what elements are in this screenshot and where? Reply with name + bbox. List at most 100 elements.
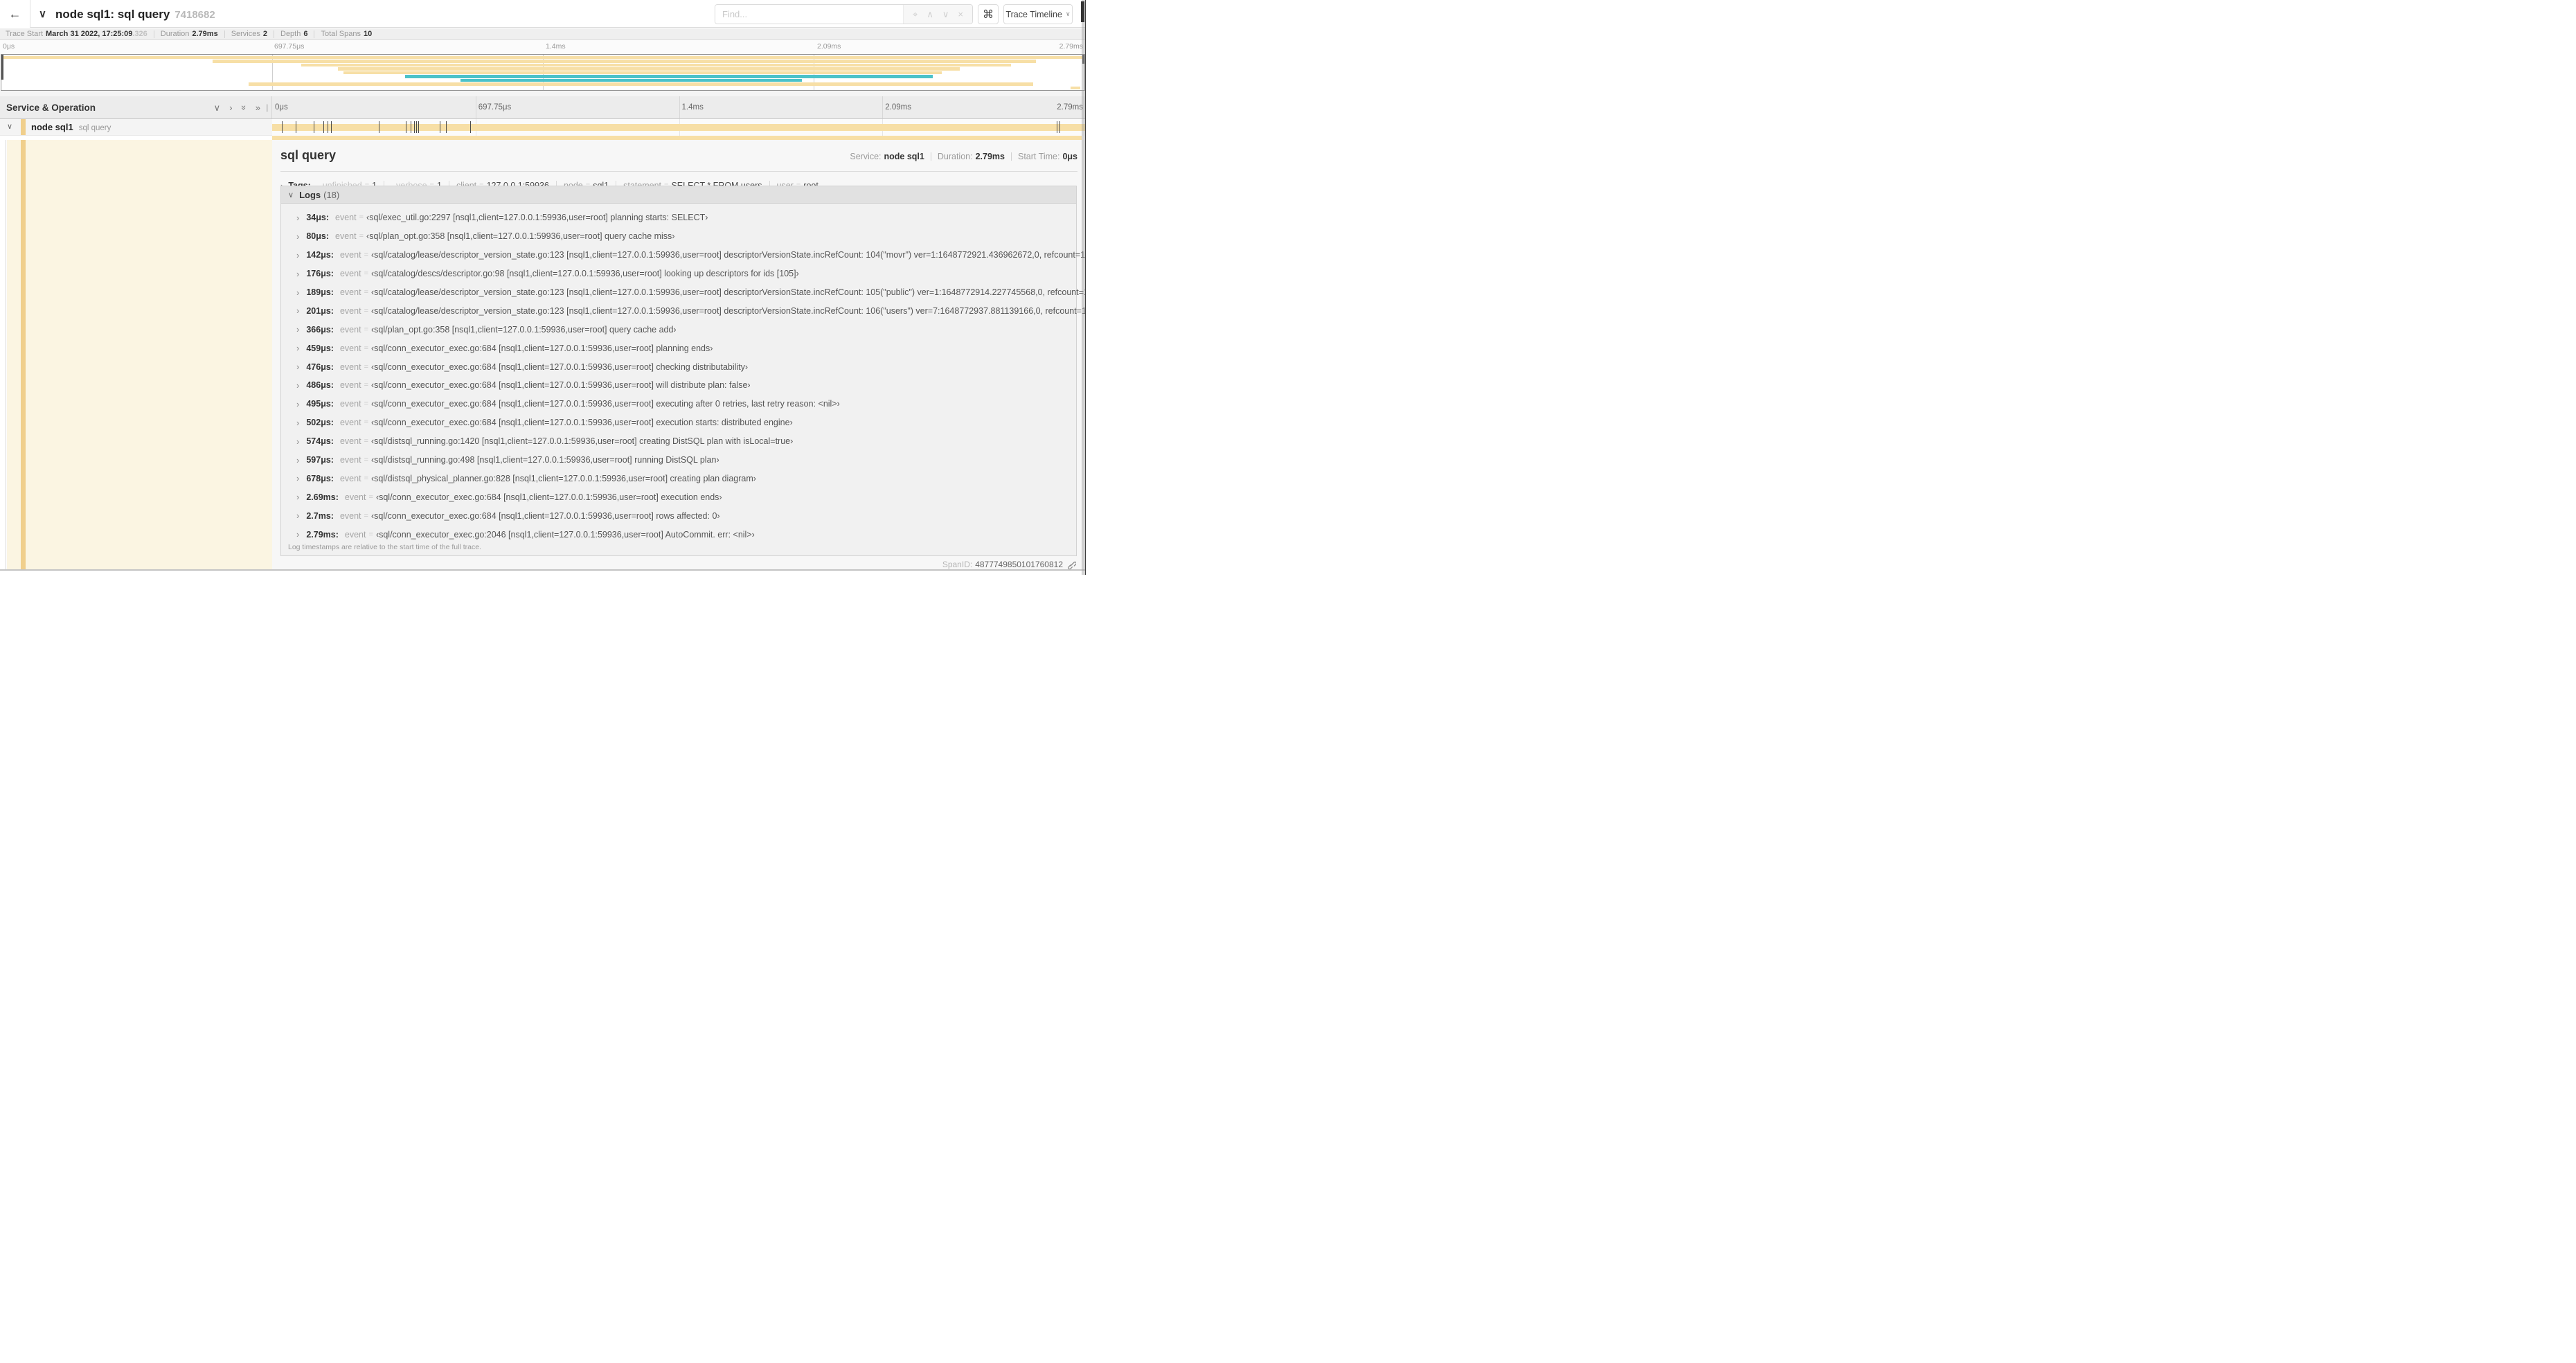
log-entry-row[interactable]: › 597μs: event = ‹sql/distsql_running.go:498… [281,451,1076,470]
log-entry-row[interactable]: › 459μs: event = ‹sql/conn_executor_exec.go:… [281,339,1076,357]
log-caret-icon[interactable]: › [296,343,299,353]
log-caret-icon[interactable]: › [296,492,299,502]
log-equals: = [364,344,368,353]
log-marker-tick [1059,121,1061,133]
log-marker-tick [413,121,415,133]
locate-icon[interactable]: ⌖ [913,9,918,20]
expand-one-icon[interactable]: › [229,103,232,112]
log-caret-icon[interactable]: › [296,436,299,447]
log-entry-row[interactable]: › 34μs: event = ‹sql/exec_util.go:2297 [nsql… [281,208,1076,227]
log-caret-icon[interactable]: › [296,399,299,409]
span-collapse-caret-icon[interactable]: ∨ [7,122,12,131]
log-caret-icon[interactable]: › [296,510,299,521]
logs-header[interactable]: ∨ Logs (18) [281,186,1076,204]
collapse-trace-caret-icon[interactable]: ∨ [39,0,46,28]
log-entry-row[interactable]: › 574μs: event = ‹sql/distsql_running.go:142… [281,432,1076,451]
log-entry-row[interactable]: › 476μs: event = ‹sql/conn_executor_exec.go:… [281,357,1076,376]
copy-link-icon[interactable] [1067,560,1076,569]
log-event-value: ‹sql/conn_executor_exec.go:684 [nsql1,cl… [371,399,840,409]
collapse-one-icon[interactable]: ∨ [214,103,221,112]
log-timestamp: 34μs: [306,213,330,223]
axis-tick-label: 1.4ms [546,42,566,51]
span-row-timeline[interactable] [272,119,1086,136]
log-entry-row[interactable]: › 495μs: event = ‹sql/conn_executor_exec.go:… [281,395,1076,413]
log-equals: = [364,400,368,409]
log-equals: = [364,269,368,278]
log-entry-row[interactable]: › 2.69ms: event = ‹sql/conn_executor_exec.go… [281,488,1076,506]
log-event-value: ‹sql/distsql_running.go:1420 [nsql1,clie… [371,436,794,447]
meta-label: Start Time: [1018,152,1060,161]
vertical-scrollbar[interactable] [1081,0,1086,575]
scrollbar-thumb[interactable] [1081,1,1084,22]
find-input[interactable] [715,5,903,24]
log-entry-row[interactable]: › 678μs: event = ‹sql/distsql_physical_plann… [281,469,1076,488]
log-marker-tick [446,121,447,133]
summary-label: Trace Start [6,30,43,38]
minimap-span-bar [405,75,933,78]
expand-all-icon[interactable]: » [256,103,260,112]
timeline-grid-header: Service & Operation ∨ › » » ∥ 0μs 697.75μ… [0,96,1086,119]
log-entry-row[interactable]: › 189μs: event = ‹sql/catalog/lease/descript… [281,283,1086,302]
log-caret-icon[interactable]: › [296,269,299,279]
log-equals: = [364,325,368,334]
next-result-icon[interactable]: ∨ [942,9,949,20]
logs-section: ∨ Logs (18) › 34μs: event = ‹sql/exec_util.g… [280,186,1086,556]
log-caret-icon[interactable]: › [296,305,299,316]
log-caret-icon[interactable]: › [296,529,299,540]
log-equals: = [364,306,368,315]
log-caret-icon[interactable]: › [296,380,299,391]
axis-tick-label: 1.4ms [681,103,704,112]
service-label: node sql1 [31,122,73,132]
log-caret-icon[interactable]: › [296,418,299,428]
summary-item: Depth 6 [280,30,307,38]
log-equals: = [364,362,368,371]
log-equals: = [364,381,368,390]
log-entry-row[interactable]: › 176μs: event = ‹sql/catalog/descs/descript… [281,265,1076,283]
log-entry-row[interactable]: › 80μs: event = ‹sql/plan_opt.go:358 [nsql1,… [281,227,1076,246]
column-resize-handle[interactable]: ∥ [265,103,270,112]
prev-result-icon[interactable]: ∧ [927,9,933,20]
log-entry-row[interactable]: › 502μs: event = ‹sql/conn_executor_exec.go:… [281,413,1076,432]
clear-search-icon[interactable]: × [958,9,963,19]
log-caret-icon[interactable]: › [296,455,299,465]
log-entry-row[interactable]: › 2.7ms: event = ‹sql/conn_executor_exec.go:… [281,506,1076,525]
log-field-name: event [339,269,361,279]
log-entry-row[interactable]: › 2.79ms: event = ‹sql/conn_executor_exec.go… [281,525,1076,544]
log-caret-icon[interactable]: › [296,250,299,260]
log-entry-row[interactable]: › 142μs: event = ‹sql/catalog/lease/descript… [281,246,1086,265]
log-entry-row[interactable]: › 201μs: event = ‹sql/catalog/lease/descript… [281,301,1086,320]
viewport-left-drag-handle[interactable] [1,55,3,80]
log-timestamp: 597μs: [306,455,334,465]
keyboard-shortcuts-button[interactable]: ⌘ [978,4,999,24]
log-caret-icon[interactable]: › [296,231,299,242]
timeline-gridline [679,96,680,118]
detail-indent-column[interactable] [7,140,272,569]
span-duration-bar[interactable] [272,124,1086,131]
log-caret-icon[interactable]: › [296,473,299,483]
trace-name: node sql1: sql query [55,8,170,21]
log-timestamp: 80μs: [306,231,330,242]
span-row-name-column[interactable]: ∨ node sql1 sql query [0,119,272,136]
log-caret-icon[interactable]: › [296,362,299,372]
trace-view-select[interactable]: Trace Timeline ∨ [1003,4,1073,24]
logs-list: › 34μs: event = ‹sql/exec_util.go:2297 [nsql… [281,204,1086,544]
log-caret-icon[interactable]: › [296,213,299,223]
span-row[interactable]: ∨ node sql1 sql query [0,119,1086,136]
trace-id: 7418682 [175,9,215,21]
back-button[interactable]: ← [0,0,30,28]
log-event-value: ‹sql/conn_executor_exec.go:684 [nsql1,cl… [371,418,793,428]
log-entry-row[interactable]: › 366μs: event = ‹sql/plan_opt.go:358 [nsql1… [281,320,1076,339]
collapse-all-icon[interactable]: » [239,105,249,109]
log-field-name: event [339,324,361,335]
log-event-value: ‹sql/plan_opt.go:358 [nsql1,client=127.0… [366,231,675,242]
minimap-canvas[interactable] [1,54,1085,91]
log-caret-icon[interactable]: › [296,287,299,298]
log-marker-tick [282,121,283,133]
log-caret-icon[interactable]: › [296,324,299,335]
trace-title: node sql1: sql query 7418682 [55,0,215,28]
log-entry-row[interactable]: › 486μs: event = ‹sql/conn_executor_exec.go:… [281,376,1076,395]
span-service-name[interactable]: node sql1 sql query [31,122,111,132]
log-field-name: event [344,529,366,540]
log-field-name: event [339,362,361,372]
detail-left-gutter [0,140,6,569]
